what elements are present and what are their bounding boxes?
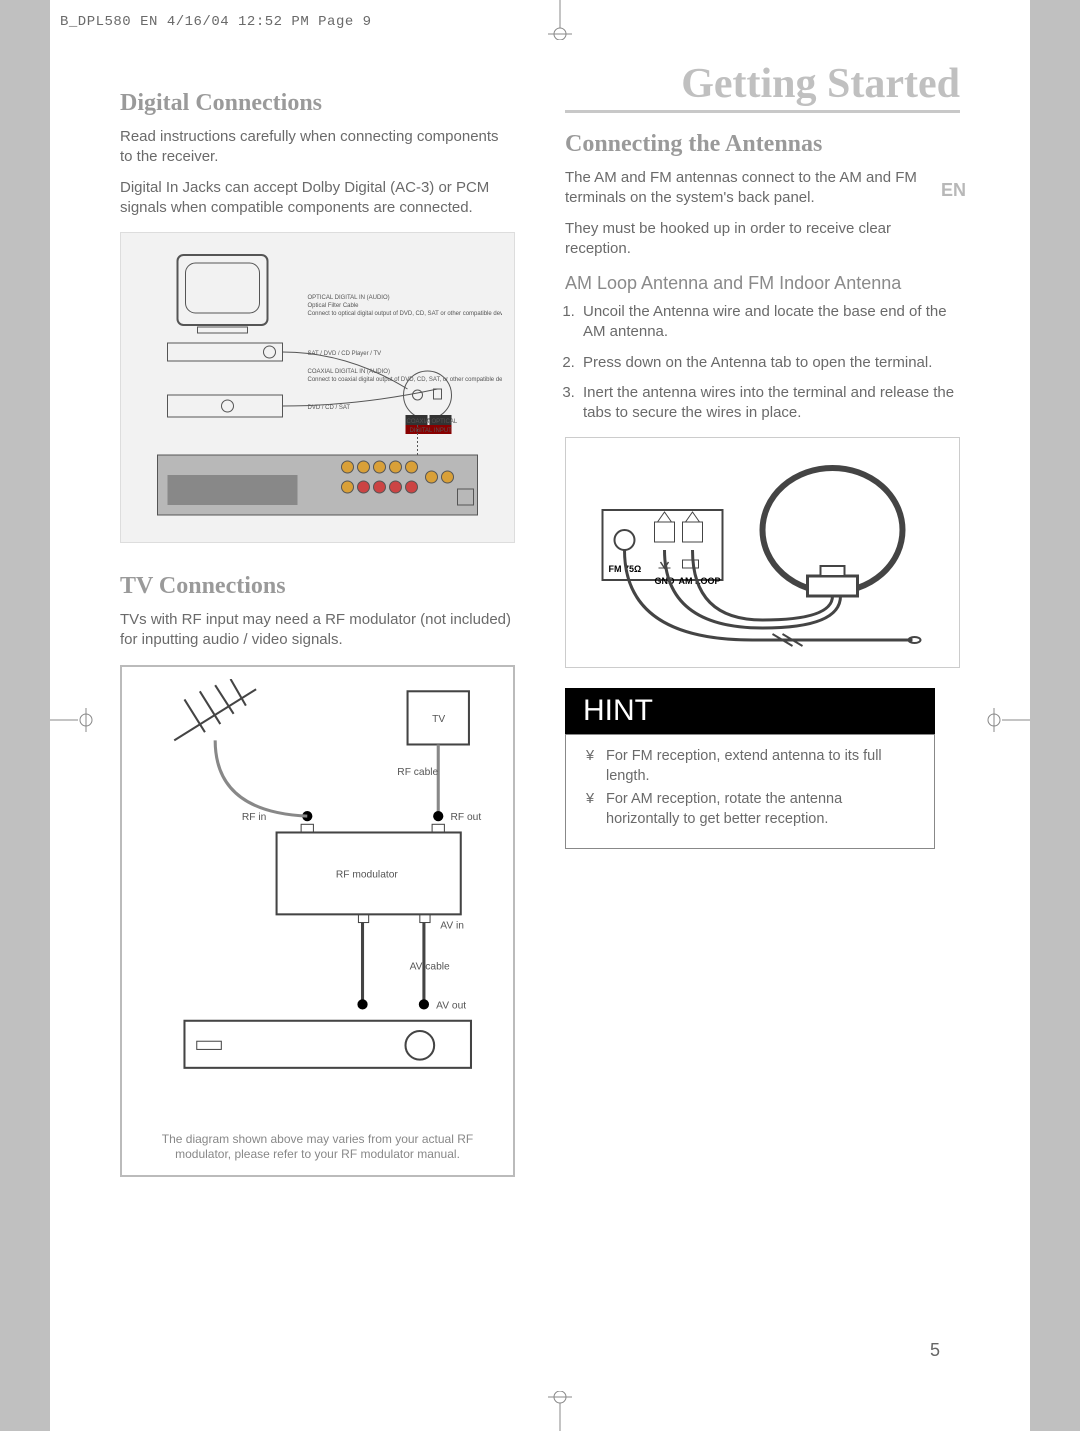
antennas-heading: Connecting the Antennas bbox=[565, 131, 960, 158]
svg-text:TV: TV bbox=[432, 713, 445, 724]
step-3: Inert the antenna wires into the termina… bbox=[579, 383, 960, 424]
tv-connections-intro: TVs with RF input may need a RF modulato… bbox=[120, 610, 515, 651]
antennas-p1: The AM and FM antennas connect to the AM… bbox=[565, 168, 960, 209]
language-badge: EN bbox=[941, 180, 966, 201]
crop-mark-left bbox=[50, 700, 100, 740]
manual-page: B_DPL580 EN 4/16/04 12:52 PM Page 9 Digi… bbox=[50, 0, 1030, 1431]
digital-connections-diagram: OPTICAL DIGITAL IN (AUDIO) Optical Filte… bbox=[120, 232, 515, 543]
svg-text:AV out: AV out bbox=[436, 1000, 466, 1011]
svg-text:OPTICAL DIGITAL IN (AUDIO): OPTICAL DIGITAL IN (AUDIO) bbox=[308, 295, 390, 301]
step-1: Uncoil the Antenna wire and locate the b… bbox=[579, 302, 960, 343]
svg-text:OPTICAL: OPTICAL bbox=[432, 419, 458, 425]
print-job-header: B_DPL580 EN 4/16/04 12:52 PM Page 9 bbox=[60, 14, 372, 30]
left-column: Digital Connections Read instructions ca… bbox=[120, 60, 515, 1371]
tv-diagram-svg: TV RF cable RF in RF out RF modulator AV bbox=[134, 679, 501, 1119]
svg-text:SAT / DVD / CD Player / TV: SAT / DVD / CD Player / TV bbox=[308, 351, 382, 357]
svg-text:AV in: AV in bbox=[440, 920, 464, 931]
svg-text:COAXIAL DIGITAL IN (AUDIO): COAXIAL DIGITAL IN (AUDIO) bbox=[308, 369, 390, 375]
antenna-steps: Uncoil the Antenna wire and locate the b… bbox=[579, 302, 960, 423]
tv-connections-diagram: TV RF cable RF in RF out RF modulator AV bbox=[120, 665, 515, 1177]
svg-text:DIGITAL INPUT: DIGITAL INPUT bbox=[410, 428, 453, 434]
svg-text:COAXIAL: COAXIAL bbox=[407, 419, 434, 425]
antennas-subheading: AM Loop Antenna and FM Indoor Antenna bbox=[565, 273, 960, 294]
tv-diagram-caption: The diagram shown above may varies from … bbox=[134, 1132, 501, 1163]
antenna-diagram-svg: FM 75Ω GND AM LOOP bbox=[578, 450, 947, 650]
svg-text:AV cable: AV cable bbox=[410, 961, 450, 972]
svg-text:RF modulator: RF modulator bbox=[336, 869, 398, 880]
digital-diagram-svg: OPTICAL DIGITAL IN (AUDIO) Optical Filte… bbox=[133, 245, 502, 525]
right-column: Getting Started EN Connecting the Antenn… bbox=[565, 60, 960, 1371]
tv-connections-heading: TV Connections bbox=[120, 573, 515, 600]
chapter-title: Getting Started bbox=[565, 60, 960, 113]
step-2: Press down on the Antenna tab to open th… bbox=[579, 353, 960, 373]
svg-text:RF out: RF out bbox=[451, 812, 482, 823]
crop-mark-right bbox=[980, 700, 1030, 740]
digital-connections-intro: Read instructions carefully when connect… bbox=[120, 127, 515, 168]
svg-text:DVD / CD / SAT: DVD / CD / SAT bbox=[308, 405, 351, 411]
svg-text:RF in: RF in bbox=[242, 812, 267, 823]
svg-text:Optical Filter Cable: Optical Filter Cable bbox=[308, 303, 360, 309]
antenna-diagram: FM 75Ω GND AM LOOP bbox=[565, 437, 960, 668]
hint-item-1: For FM reception, extend antenna to its … bbox=[606, 747, 916, 786]
svg-text:Connect to optical digital out: Connect to optical digital output of DVD… bbox=[308, 311, 503, 317]
digital-connections-note: Digital In Jacks can accept Dolby Digita… bbox=[120, 178, 515, 219]
digital-connections-heading: Digital Connections bbox=[120, 90, 515, 117]
crop-mark-bottom bbox=[540, 1391, 580, 1431]
content-area: Digital Connections Read instructions ca… bbox=[120, 60, 960, 1371]
svg-text:Connect to coaxial digital out: Connect to coaxial digital output of DVD… bbox=[308, 377, 503, 383]
svg-text:RF cable: RF cable bbox=[397, 767, 438, 778]
crop-mark-top bbox=[540, 0, 580, 40]
hint-heading: HINT bbox=[565, 688, 935, 734]
hint-body: For FM reception, extend antenna to its … bbox=[565, 734, 935, 848]
page-number: 5 bbox=[930, 1340, 940, 1361]
hint-item-2: For AM reception, rotate the antenna hor… bbox=[606, 790, 916, 829]
antennas-p2: They must be hooked up in order to recei… bbox=[565, 219, 960, 260]
